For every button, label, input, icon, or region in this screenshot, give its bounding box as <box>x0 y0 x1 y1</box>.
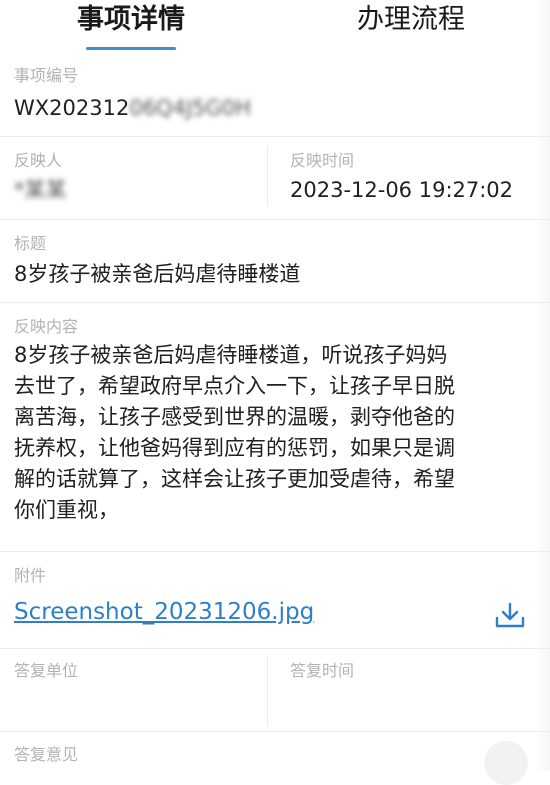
report-time-label: 反映时间 <box>290 151 355 170</box>
title-value: 8岁孩子被亲爸后妈虐待睡楼道 <box>14 262 301 286</box>
tab-process-flow[interactable]: 办理流程 <box>357 2 465 38</box>
content-line: 你们重视， <box>14 498 119 522</box>
tab-bar: 事项详情 办理流程 <box>0 0 550 56</box>
content-line: 离苦海，让孩子感受到世界的温暖，剥夺他爸的 <box>14 405 455 429</box>
column-divider <box>267 656 268 726</box>
divider <box>0 136 550 137</box>
tab-item-details[interactable]: 事项详情 <box>77 2 185 38</box>
reply-opinion-label: 答复意见 <box>14 745 79 764</box>
attachment-link[interactable]: Screenshot_20231206.jpg <box>14 596 314 628</box>
active-tab-indicator <box>86 47 176 50</box>
content-line: 抚养权，让他爸妈得到应有的惩罚，如果只是调 <box>14 436 455 460</box>
attachment-label: 附件 <box>14 566 47 585</box>
report-time-value: 2023-12-06 19:27:02 <box>290 178 514 202</box>
reporter-label: 反映人 <box>14 151 63 170</box>
edge-shade <box>536 0 550 771</box>
divider <box>0 648 550 649</box>
content-body: 8岁孩子被亲爸后妈虐待睡楼道，听说孩子妈妈 去世了，希望政府早点介入一下，让孩子… <box>14 340 524 526</box>
item-number-label: 事项编号 <box>14 66 79 85</box>
content-line: 去世了，希望政府早点介入一下，让孩子早日脱 <box>14 374 455 398</box>
title-label: 标题 <box>14 234 47 253</box>
divider <box>0 302 550 303</box>
content-label: 反映内容 <box>14 317 79 336</box>
divider <box>0 731 550 732</box>
item-number-value: WX20231206Q4J5G0H <box>14 94 251 122</box>
item-number-obscured: 06Q4J5G0H <box>129 96 251 120</box>
reply-unit-label: 答复单位 <box>14 661 79 680</box>
content-line: 解的话就算了，这样会让孩子更加受虐待，希望 <box>14 467 455 491</box>
divider <box>0 551 550 552</box>
reporter-value-obscured: *某某 <box>14 178 67 202</box>
floating-button[interactable] <box>484 741 528 785</box>
reply-time-label: 答复时间 <box>290 661 355 680</box>
column-divider <box>267 146 268 206</box>
download-icon[interactable] <box>492 600 528 630</box>
item-number-visible: WX202312 <box>14 96 130 120</box>
content-line: 8岁孩子被亲爸后妈虐待睡楼道，听说孩子妈妈 <box>14 343 448 367</box>
divider <box>0 219 550 220</box>
